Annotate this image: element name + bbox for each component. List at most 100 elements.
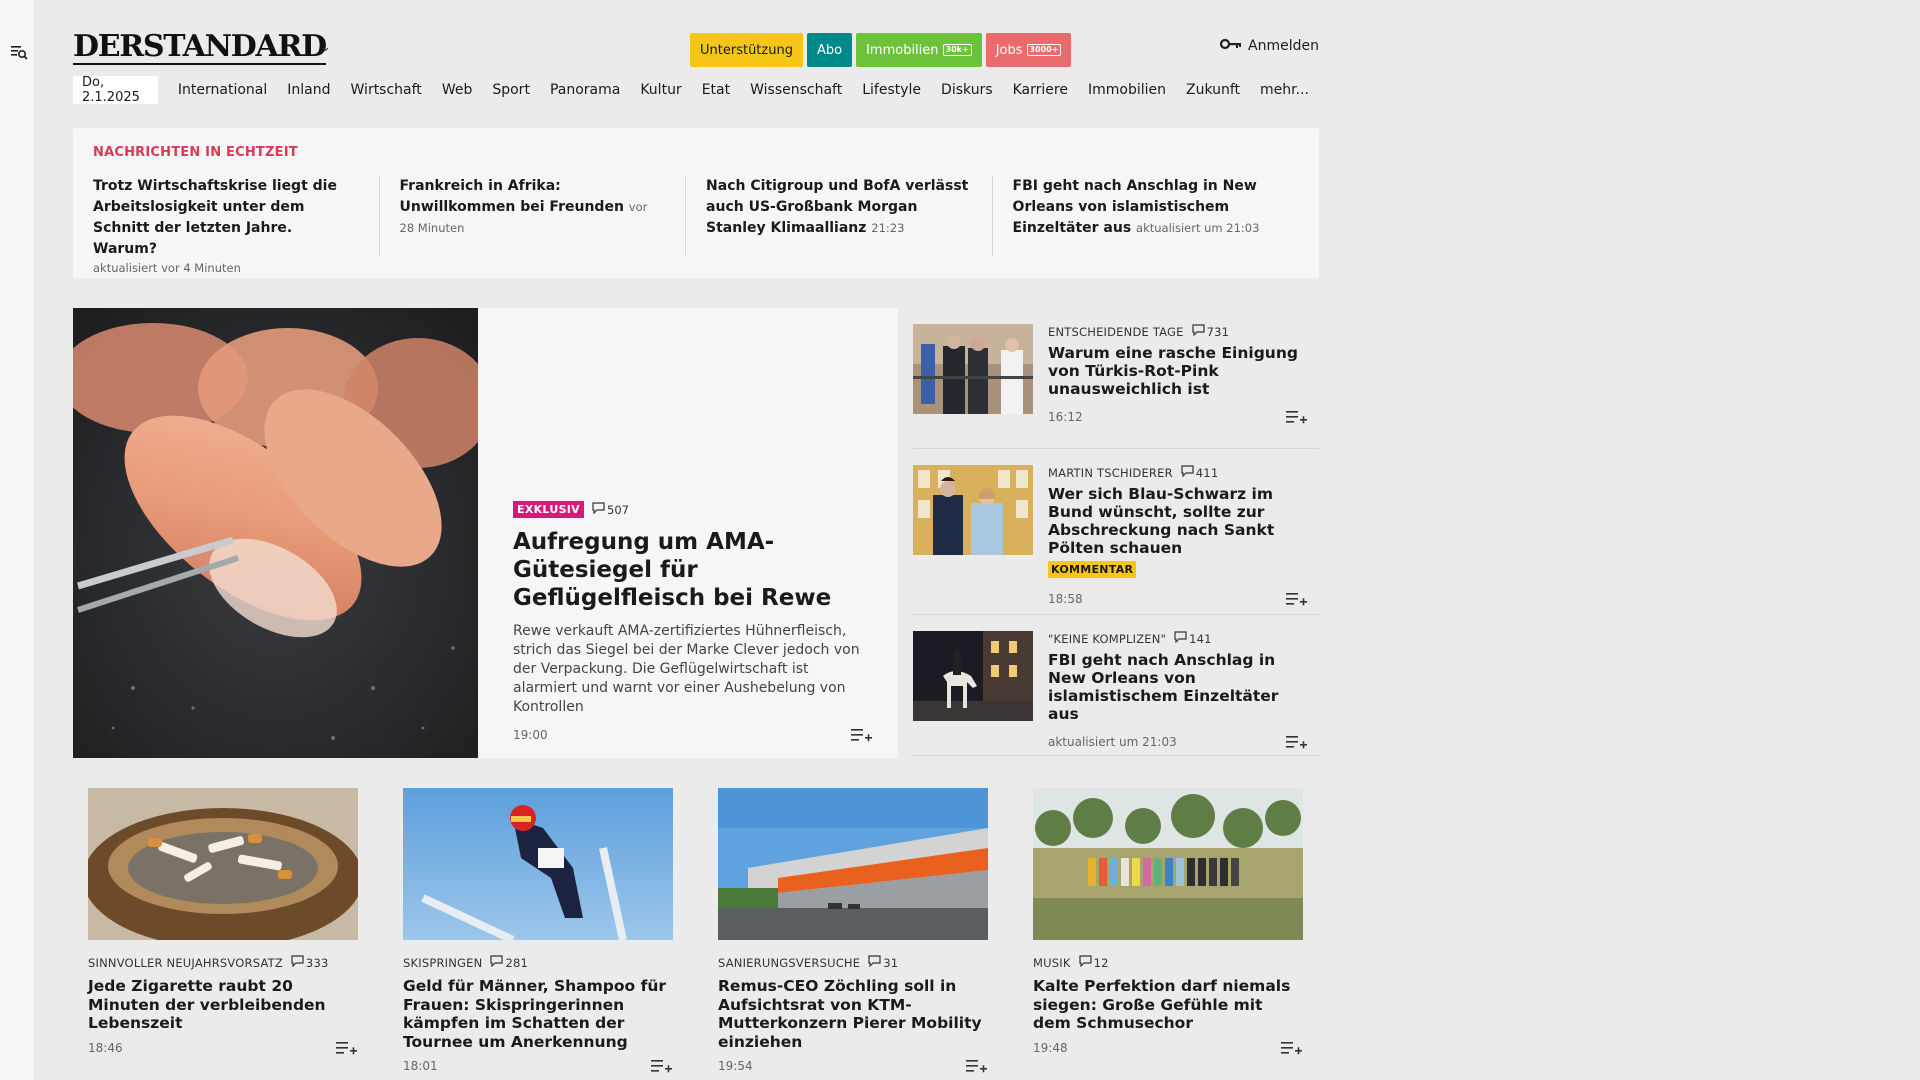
ticker-item[interactable]: Frankreich in Afrika: Unwillkommen bei F… <box>400 176 687 256</box>
article-title[interactable]: Remus-CEO Zöchling soll in Aufsichtsrat … <box>718 977 988 1051</box>
comment-icon <box>1174 631 1187 646</box>
article-title[interactable]: Warum eine rasche Einigung von Türkis-Ro… <box>1048 344 1308 398</box>
article-kicker: MUSIK 12 <box>1033 955 1303 970</box>
article-title[interactable]: Jede Zigarette raubt 20 Minuten der verb… <box>88 977 358 1033</box>
ticker-meta: 21:23 <box>871 221 905 235</box>
add-to-list-icon[interactable] <box>851 727 873 743</box>
add-to-list-icon[interactable] <box>651 1058 673 1074</box>
add-to-list-icon[interactable] <box>336 1040 358 1056</box>
comment-count-value: 333 <box>305 955 329 970</box>
abo-button[interactable]: Abo <box>806 33 853 67</box>
kicker-text: SINNVOLLER NEUJAHRSVORSATZ <box>88 955 283 970</box>
nav-item-international[interactable]: International <box>168 82 277 98</box>
article-footer: 18:58 <box>1048 591 1308 607</box>
article-title[interactable]: Geld für Männer, Shampoo für Frauen: Ski… <box>403 977 673 1051</box>
immobilien-button[interactable]: Immobilien 30k+ <box>856 33 982 67</box>
kommentar-badge: KOMMENTAR <box>1048 561 1137 578</box>
nav-item-panorama[interactable]: Panorama <box>540 82 630 98</box>
comment-count[interactable]: 141 <box>1174 631 1212 646</box>
side-article[interactable]: "KEINE KOMPLIZEN" 141 FBI geht nach Ansc… <box>913 615 1319 756</box>
article-title[interactable]: Wer sich Blau-Schwarz im Bund wünscht, s… <box>1048 485 1308 557</box>
support-button[interactable]: Unterstützung <box>690 33 803 67</box>
kicker-text: SANIERUNGSVERSUCHE <box>718 955 861 970</box>
nav-item-immobilien[interactable]: Immobilien <box>1078 82 1176 98</box>
publish-time: 16:12 <box>1048 410 1083 424</box>
article-title[interactable]: Kalte Perfektion darf niemals siegen: Gr… <box>1033 977 1303 1033</box>
comment-count[interactable]: 12 <box>1078 955 1109 970</box>
add-to-list-icon[interactable] <box>1286 591 1308 607</box>
article-footer: 18:46 <box>88 1040 358 1056</box>
hero-image-chicken-grill <box>73 308 478 758</box>
jobs-count: 3000+ <box>1026 44 1062 56</box>
logo-row: DERSTANDARD ⌄ <box>73 32 331 68</box>
article-kicker: ENTSCHEIDENDE TAGE 731 <box>1048 324 1308 339</box>
comment-count[interactable]: 731 <box>1192 324 1230 339</box>
hero-lead: Rewe verkauft AMA-zertifiziertes Hühnerf… <box>513 623 860 715</box>
top-buttons: Unterstützung Abo Immobilien 30k+ Jobs 300… <box>690 33 1072 67</box>
ticker-meta: aktualisiert vor 4 Minuten <box>93 261 241 275</box>
comment-count[interactable]: 411 <box>1181 465 1219 480</box>
add-to-list-icon[interactable] <box>966 1058 988 1074</box>
side-article[interactable]: MARTIN TSCHIDERER 411 Wer sich Blau-Schw… <box>913 449 1319 615</box>
nav-item-kultur[interactable]: Kultur <box>630 82 691 98</box>
nav-item-web[interactable]: Web <box>432 82 483 98</box>
card-image-ashtray <box>88 788 358 940</box>
nav-item-sport[interactable]: Sport <box>482 82 540 98</box>
article-footer: aktualisiert um 21:03 <box>1048 734 1308 750</box>
card-image-choir-field <box>1033 788 1303 940</box>
login-button[interactable]: Anmelden <box>1219 38 1319 54</box>
article-kicker: SINNVOLLER NEUJAHRSVORSATZ 333 <box>88 955 358 970</box>
add-to-list-icon[interactable] <box>1281 1040 1303 1056</box>
comment-icon <box>1192 324 1205 339</box>
article-card[interactable]: SANIERUNGSVERSUCHE 31 Remus-CEO Zöchling… <box>718 788 988 1074</box>
ticker-item[interactable]: Nach Citigroup und BofA verlässt auch US… <box>706 176 993 256</box>
comment-count-value: 141 <box>1189 631 1212 646</box>
publish-time: 19:00 <box>513 728 548 742</box>
article-footer: 19:54 <box>718 1058 988 1074</box>
chevron-down-icon[interactable]: ⌄ <box>320 40 331 55</box>
side-article[interactable]: ENTSCHEIDENDE TAGE 731 Warum eine rasche… <box>913 308 1319 449</box>
side-image-police-horse-night <box>913 631 1033 721</box>
side-article-text: "KEINE KOMPLIZEN" 141 FBI geht nach Ansc… <box>1048 631 1308 750</box>
nav-item-zukunft[interactable]: Zukunft <box>1176 82 1250 98</box>
nav-item-diskurs[interactable]: Diskurs <box>931 82 1003 98</box>
add-to-list-icon[interactable] <box>1286 734 1308 750</box>
hero-title[interactable]: Aufregung um AMA-Gütesiegel für Geflügel… <box>513 528 873 612</box>
comment-count[interactable]: 333 <box>291 955 329 970</box>
ticker-label: NACHRICHTEN IN ECHTZEIT <box>93 145 298 160</box>
publish-time: 19:54 <box>718 1059 753 1073</box>
site-logo[interactable]: DERSTANDARD <box>73 32 327 65</box>
article-kicker: SKISPRINGEN 281 <box>403 955 673 970</box>
ticker-item[interactable]: FBI geht nach Anschlag in New Or­leans v… <box>1013 176 1299 256</box>
comment-count[interactable]: 31 <box>868 955 898 970</box>
nav-item-inland[interactable]: Inland <box>277 82 340 98</box>
side-article-text: MARTIN TSCHIDERER 411 Wer sich Blau-Schw… <box>1048 465 1308 607</box>
main-nav: Do, 2.1.2025 International Inland Wirtsc… <box>73 75 1319 105</box>
article-card[interactable]: MUSIK 12 Kalte Perfektion darf niemals s… <box>1033 788 1303 1074</box>
hero-text: EXKLUSIV 507 Aufregung um AMA-Gütesiegel… <box>513 501 873 743</box>
comment-count[interactable]: 507 <box>592 502 629 517</box>
nav-item-wirtschaft[interactable]: Wirtschaft <box>341 82 432 98</box>
menu-search-icon[interactable] <box>10 43 28 61</box>
nav-item-mehr[interactable]: mehr... <box>1250 82 1319 98</box>
jobs-button[interactable]: Jobs 3000+ <box>985 33 1072 67</box>
comment-count[interactable]: 281 <box>490 955 528 970</box>
article-kicker: "KEINE KOMPLIZEN" 141 <box>1048 631 1308 646</box>
kicker-text: ENTSCHEIDENDE TAGE <box>1048 324 1184 339</box>
comment-icon <box>291 955 304 970</box>
article-title[interactable]: FBI geht nach Anschlag in New Orleans vo… <box>1048 651 1308 723</box>
publish-time: 18:58 <box>1048 592 1083 606</box>
nav-item-karriere[interactable]: Karriere <box>1003 82 1078 98</box>
hero-article[interactable]: EXKLUSIV 507 Aufregung um AMA-Gütesiegel… <box>73 308 898 758</box>
nav-item-wissenschaft[interactable]: Wissenschaft <box>740 82 852 98</box>
nav-item-etat[interactable]: Etat <box>692 82 740 98</box>
immobilien-label: Immobilien <box>866 42 939 58</box>
nav-item-lifestyle[interactable]: Lifestyle <box>852 82 931 98</box>
ticker-title-text: Frankreich in Afrika: Unwillkommen bei F… <box>399 178 624 215</box>
exklusiv-badge: EXKLUSIV <box>513 501 584 518</box>
article-card[interactable]: SINNVOLLER NEUJAHRSVORSATZ 333 Jede Ziga… <box>88 788 358 1074</box>
article-kicker: SANIERUNGSVERSUCHE 31 <box>718 955 988 970</box>
article-card[interactable]: SKISPRINGEN 281 Geld für Männer, Shampoo… <box>403 788 673 1074</box>
ticker-item[interactable]: Trotz Wirtschaftskrise liegt die Ar­beit… <box>93 176 380 275</box>
add-to-list-icon[interactable] <box>1286 409 1308 425</box>
